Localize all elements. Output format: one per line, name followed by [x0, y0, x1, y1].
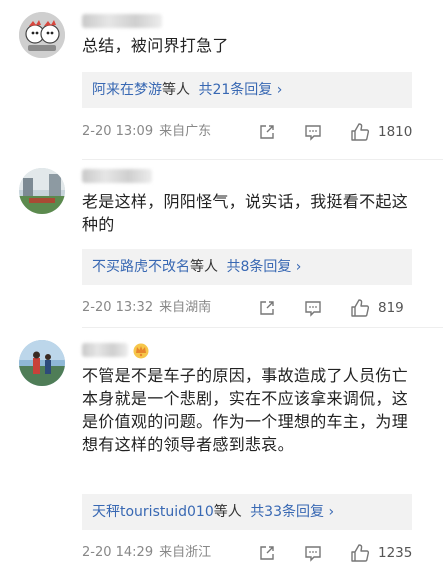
reply-names[interactable]: 阿来在梦游 [92, 82, 162, 98]
share-icon[interactable] [258, 544, 276, 562]
comment-item: 不管是不是车子的原因，事故造成了人员伤亡本身就是一个悲剧，实在不应该拿来调侃，这… [0, 328, 443, 574]
avatar-image [19, 168, 65, 214]
reply-count-link[interactable]: 共33条回复 › [250, 504, 334, 520]
comment-text: 不管是不是车子的原因，事故造成了人员伤亡本身就是一个悲剧，实在不应该拿来调侃，这… [82, 366, 409, 454]
thumbs-up-icon[interactable] [350, 298, 370, 318]
like-count: 1810 [378, 124, 413, 140]
timestamp: 2-20 13:32 [82, 300, 154, 315]
thumbs-up-icon[interactable] [350, 543, 370, 563]
avatar-image [19, 340, 65, 386]
avatar-image [19, 12, 65, 58]
thumbs-up-icon[interactable] [350, 122, 370, 142]
comment-text: 老是这样，阴阳怪气，说实话，我挺看不起这种的 [82, 192, 409, 234]
reply-summary[interactable]: 不买路虎不改名等人 共8条回复 › [82, 249, 412, 285]
reply-names[interactable]: 不买路虎不改名 [92, 259, 190, 275]
reply-mid: 等人 [213, 504, 242, 520]
reply-count-link[interactable]: 共21条回复 › [198, 82, 282, 98]
comment-text: 总结，被问界打急了 [82, 36, 229, 55]
comment-icon[interactable] [304, 123, 322, 141]
reply-count-link[interactable]: 共8条回复 › [226, 259, 301, 275]
like-count: 1235 [378, 545, 413, 561]
timestamp: 2-20 14:29 [82, 545, 154, 560]
avatar[interactable] [19, 340, 65, 386]
comment-item: 总结，被问界打急了 阿来在梦游等人 共21条回复 › 2-20 13:09 来自广… [0, 0, 443, 160]
avatar[interactable] [19, 12, 65, 58]
comment-meta: 2-20 13:09 来自广东 1810 [82, 122, 415, 142]
username-redacted[interactable] [82, 14, 162, 28]
location: 来自浙江 [159, 545, 212, 560]
reply-summary[interactable]: 阿来在梦游等人 共21条回复 › [82, 72, 412, 108]
share-icon[interactable] [258, 299, 276, 317]
comment-icon[interactable] [304, 299, 322, 317]
comment-icon[interactable] [304, 544, 322, 562]
share-icon[interactable] [258, 123, 276, 141]
comment-item: 老是这样，阴阳怪气，说实话，我挺看不起这种的 不买路虎不改名等人 共8条回复 ›… [0, 160, 443, 330]
username-redacted[interactable] [82, 343, 128, 357]
avatar[interactable] [19, 168, 65, 214]
username-redacted[interactable] [82, 169, 152, 183]
comment-meta: 2-20 14:29 来自浙江 1235 [82, 543, 415, 563]
timestamp: 2-20 13:09 [82, 124, 154, 139]
like-count: 819 [378, 300, 404, 316]
reply-names[interactable]: 天秤touristuid010 [92, 504, 214, 520]
reply-summary[interactable]: 天秤touristuid010等人 共33条回复 › [82, 494, 412, 530]
reply-mid: 等人 [190, 259, 218, 275]
comment-meta: 2-20 13:32 来自湖南 819 [82, 298, 415, 318]
reply-mid: 等人 [162, 82, 190, 98]
location: 来自湖南 [159, 300, 212, 315]
crown-badge-icon [133, 343, 149, 359]
location: 来自广东 [159, 124, 212, 139]
